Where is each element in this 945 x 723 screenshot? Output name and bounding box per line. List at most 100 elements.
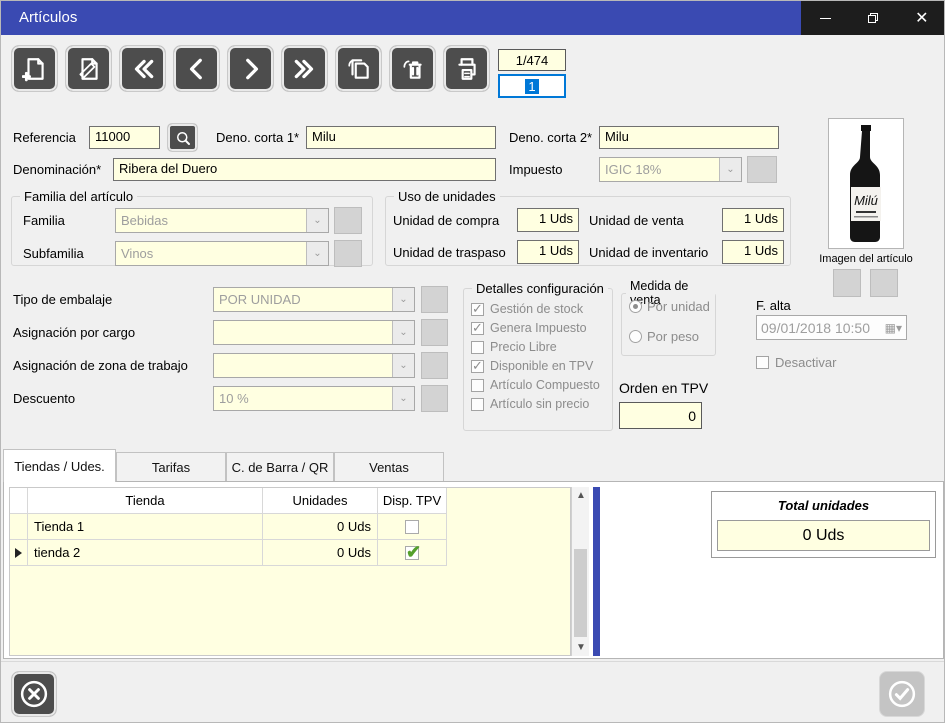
table-scrollbar[interactable]: ▲ ▼ bbox=[571, 487, 589, 656]
asignacion-zona-dropdown[interactable]: ⌄ bbox=[213, 353, 415, 378]
title-bar: Artículos ✕ bbox=[1, 1, 945, 35]
article-image: Milú bbox=[828, 118, 904, 249]
cell-tienda: tienda 2 bbox=[28, 540, 263, 566]
copy-record-button[interactable] bbox=[335, 45, 382, 92]
unidad-venta-label: Unidad de venta bbox=[589, 213, 684, 228]
denominacion-input[interactable]: Ribera del Duero bbox=[113, 158, 496, 181]
article-image-caption: Imagen del artículo bbox=[818, 253, 914, 265]
descuento-value: 10 % bbox=[214, 391, 392, 406]
tipo-embalaje-dropdown[interactable]: POR UNIDAD ⌄ bbox=[213, 287, 415, 312]
tab-tiendas-udes[interactable]: Tiendas / Udes. bbox=[3, 449, 116, 482]
document-plus-icon bbox=[22, 56, 48, 82]
descuento-aux-button[interactable] bbox=[421, 385, 448, 412]
articulo-compuesto-label: Artículo Compuesto bbox=[490, 378, 600, 392]
panel-splitter[interactable] bbox=[593, 487, 600, 656]
cell-disp-tpv[interactable]: ✔ bbox=[378, 540, 447, 566]
f-alta-datefield[interactable]: 09/01/2018 10:50 ▦▾ bbox=[756, 315, 907, 340]
green-check-icon: ✔ bbox=[406, 545, 421, 559]
edit-record-button[interactable] bbox=[65, 45, 112, 92]
scrollbar-thumb[interactable] bbox=[574, 549, 587, 637]
restore-button[interactable] bbox=[849, 1, 897, 35]
radio-por-unidad[interactable] bbox=[629, 300, 642, 313]
radio-por-peso[interactable] bbox=[629, 330, 642, 343]
familia-value: Bebidas bbox=[116, 213, 306, 228]
unidad-traspaso-input[interactable]: 1 Uds bbox=[517, 240, 579, 264]
accept-button[interactable] bbox=[879, 671, 925, 717]
row-selector-header bbox=[10, 488, 28, 514]
image-clear-button[interactable] bbox=[870, 269, 898, 297]
cell-disp-tpv[interactable] bbox=[378, 514, 447, 540]
close-form-button[interactable] bbox=[11, 671, 57, 717]
next-record-button[interactable] bbox=[227, 45, 274, 92]
delete-record-button[interactable] bbox=[389, 45, 436, 92]
descuento-dropdown[interactable]: 10 % ⌄ bbox=[213, 386, 415, 411]
last-record-button[interactable] bbox=[281, 45, 328, 92]
minimize-button[interactable] bbox=[801, 1, 849, 35]
medida-group: Medida de venta bbox=[621, 279, 716, 356]
subfamilia-dropdown[interactable]: Vinos ⌄ bbox=[115, 241, 329, 266]
deno-corta-1-input[interactable]: Milu bbox=[306, 126, 496, 149]
orden-tpv-input[interactable]: 0 bbox=[619, 402, 702, 429]
familia-dropdown[interactable]: Bebidas ⌄ bbox=[115, 208, 329, 233]
asignacion-cargo-aux-button[interactable] bbox=[421, 319, 448, 346]
checkbox-disponible-tpv[interactable] bbox=[471, 360, 484, 373]
tab-ventas[interactable]: Ventas bbox=[334, 452, 444, 482]
deno-corta-1-label: Deno. corta 1* bbox=[216, 130, 299, 145]
impuesto-label: Impuesto bbox=[509, 162, 562, 177]
search-icon bbox=[174, 129, 192, 147]
familia-aux-button[interactable] bbox=[334, 207, 362, 234]
impuesto-value: IGIC 18% bbox=[600, 162, 719, 177]
table-row[interactable]: Tienda 1 0 Uds bbox=[10, 514, 570, 540]
asignacion-zona-aux-button[interactable] bbox=[421, 352, 448, 379]
checkbox-precio-libre[interactable] bbox=[471, 341, 484, 354]
checkbox-articulo-sin-precio[interactable] bbox=[471, 398, 484, 411]
record-number-input[interactable]: 1 bbox=[498, 74, 566, 98]
cell-tienda: Tienda 1 bbox=[28, 514, 263, 540]
deno-corta-2-input[interactable]: Milu bbox=[599, 126, 779, 149]
chevron-down-icon: ⌄ bbox=[306, 242, 328, 265]
disp-tpv-checkbox[interactable]: ✔ bbox=[405, 546, 419, 560]
checkbox-desactivar[interactable] bbox=[756, 356, 769, 369]
config-group-legend: Detalles configuración bbox=[472, 281, 608, 296]
image-load-button[interactable] bbox=[833, 269, 861, 297]
col-header-unidades[interactable]: Unidades bbox=[263, 488, 378, 514]
referencia-input[interactable]: 11000 bbox=[89, 126, 160, 149]
deno-corta-2-label: Deno. corta 2* bbox=[509, 130, 592, 145]
asignacion-cargo-dropdown[interactable]: ⌄ bbox=[213, 320, 415, 345]
bottom-bar bbox=[1, 661, 945, 723]
tab-c-de-barra-qr[interactable]: C. de Barra / QR bbox=[226, 452, 334, 482]
subfamilia-value: Vinos bbox=[116, 246, 306, 261]
asignacion-zona-label: Asignación de zona de trabajo bbox=[13, 358, 188, 373]
search-reference-button[interactable] bbox=[167, 123, 198, 152]
unidades-group-legend: Uso de unidades bbox=[394, 189, 500, 204]
unidad-venta-input[interactable]: 1 Uds bbox=[722, 208, 784, 232]
familia-label: Familia bbox=[23, 213, 65, 228]
subfamilia-aux-button[interactable] bbox=[334, 240, 362, 267]
new-record-button[interactable] bbox=[11, 45, 58, 92]
unidad-compra-input[interactable]: 1 Uds bbox=[517, 208, 579, 232]
checkbox-articulo-compuesto[interactable] bbox=[471, 379, 484, 392]
tipo-embalaje-aux-button[interactable] bbox=[421, 286, 448, 313]
print-button[interactable] bbox=[443, 45, 490, 92]
tab-tarifas[interactable]: Tarifas bbox=[116, 452, 226, 482]
unidad-inventario-input[interactable]: 1 Uds bbox=[722, 240, 784, 264]
previous-record-button[interactable] bbox=[173, 45, 220, 92]
articulo-sin-precio-label: Artículo sin precio bbox=[490, 397, 589, 411]
copy-icon bbox=[346, 56, 372, 82]
table-row[interactable]: tienda 2 0 Uds ✔ bbox=[10, 540, 570, 566]
checkbox-gestion-stock[interactable] bbox=[471, 303, 484, 316]
row-selector-cell bbox=[10, 540, 28, 566]
impuesto-dropdown[interactable]: IGIC 18% ⌄ bbox=[599, 157, 742, 182]
col-header-tienda[interactable]: Tienda bbox=[28, 488, 263, 514]
chevrons-left-icon bbox=[130, 56, 156, 82]
scroll-down-icon[interactable]: ▼ bbox=[572, 639, 590, 656]
impuesto-aux-button[interactable] bbox=[747, 156, 777, 183]
scroll-up-icon[interactable]: ▲ bbox=[572, 487, 590, 504]
disp-tpv-checkbox[interactable] bbox=[405, 520, 419, 534]
calendar-icon: ▦▾ bbox=[885, 321, 902, 335]
first-record-button[interactable] bbox=[119, 45, 166, 92]
checkbox-genera-impuesto[interactable] bbox=[471, 322, 484, 335]
col-header-disp-tpv[interactable]: Disp. TPV bbox=[378, 488, 447, 514]
document-edit-icon bbox=[76, 56, 102, 82]
close-window-button[interactable]: ✕ bbox=[898, 1, 945, 35]
